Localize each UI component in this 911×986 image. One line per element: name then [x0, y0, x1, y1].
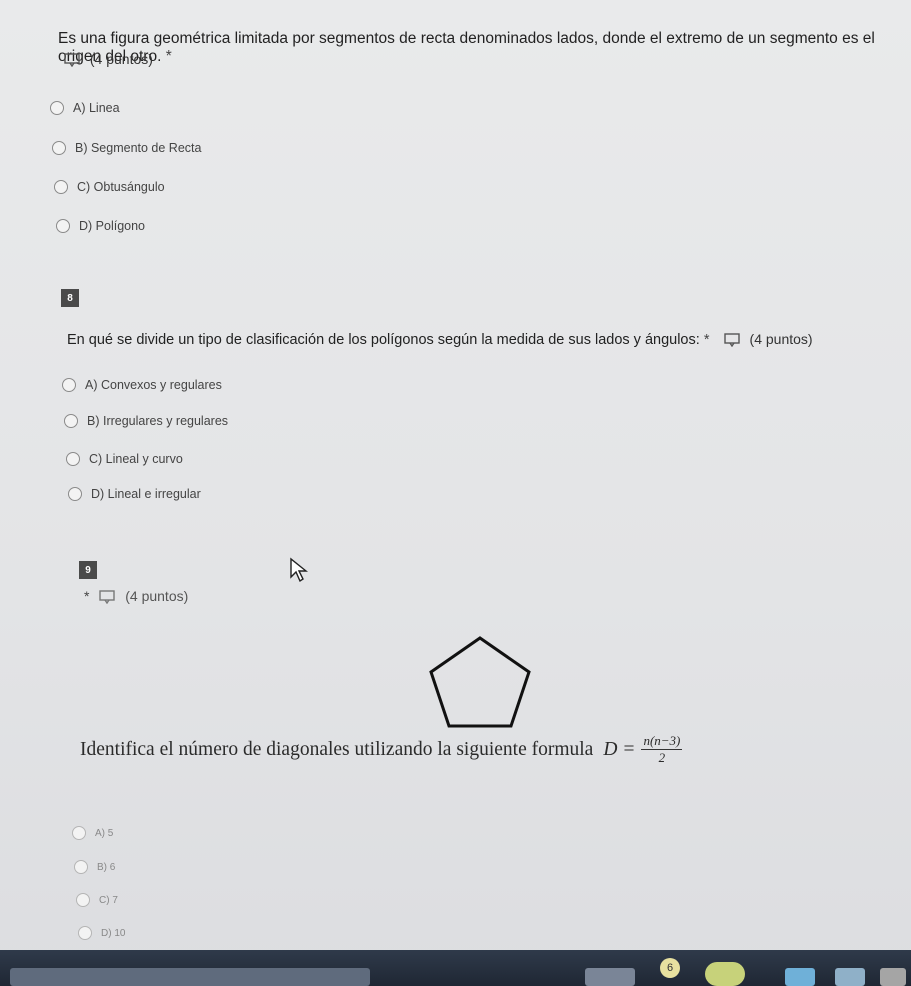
formula-lhs: D = — [603, 738, 636, 760]
question-8-text: En qué se divide un tipo de clasificació… — [67, 331, 813, 348]
formula-numerator: n(n−3) — [641, 733, 683, 750]
radio-button[interactable] — [66, 452, 80, 466]
pentagon-image — [429, 636, 531, 728]
q9-option-b[interactable]: B) 6 — [74, 860, 115, 874]
radio-button[interactable] — [76, 893, 90, 907]
question-7-text: Es una figura geométrica limitada por se… — [58, 30, 911, 66]
question-8-number: 8 — [61, 289, 79, 307]
q7-option-d[interactable]: D) Polígono — [56, 219, 145, 233]
radio-button[interactable] — [72, 826, 86, 840]
radio-button[interactable] — [52, 141, 66, 155]
taskbar-app-icon[interactable] — [785, 968, 815, 986]
taskbar-app-icon[interactable] — [880, 968, 906, 986]
q8-option-b[interactable]: B) Irregulares y regulares — [64, 414, 228, 428]
question-9-points: * (4 puntos) — [84, 588, 189, 605]
formula-sentence: Identifica el número de diagonales utili… — [80, 738, 594, 760]
q9-option-c[interactable]: C) 7 — [76, 893, 118, 907]
mouse-cursor-icon — [290, 557, 308, 583]
formula-fraction: n(n−3) 2 — [641, 733, 683, 766]
radio-button[interactable] — [74, 860, 88, 874]
notification-badge[interactable]: 6 — [660, 958, 680, 978]
q9-option-a[interactable]: A) 5 — [72, 826, 113, 840]
q7-option-c[interactable]: C) Obtusángulo — [54, 180, 165, 194]
q8-option-a[interactable]: A) Convexos y regulares — [62, 378, 222, 392]
taskbar-widget-icon[interactable] — [705, 962, 745, 986]
radio-button[interactable] — [56, 219, 70, 233]
radio-button[interactable] — [78, 926, 92, 940]
question-8-title: En qué se divide un tipo de clasificació… — [67, 332, 700, 348]
taskbar-app-icon[interactable] — [835, 968, 865, 986]
required-asterisk: * — [84, 588, 90, 604]
required-asterisk: * — [165, 48, 172, 65]
formula-denominator: 2 — [658, 750, 666, 765]
taskbar-app-icon[interactable] — [585, 968, 635, 986]
taskbar-search[interactable] — [10, 968, 370, 986]
radio-button[interactable] — [50, 101, 64, 115]
required-asterisk: * — [703, 332, 710, 348]
immersive-reader-icon[interactable] — [723, 333, 740, 348]
immersive-reader-icon[interactable] — [64, 53, 80, 68]
radio-button[interactable] — [68, 487, 82, 501]
immersive-reader-icon[interactable] — [99, 590, 116, 605]
q7-option-b[interactable]: B) Segmento de Recta — [52, 141, 201, 155]
question-9-number: 9 — [79, 561, 97, 579]
points-label: (4 puntos) — [89, 51, 153, 67]
question-9-image-text: Identifica el número de diagonales utili… — [80, 733, 683, 766]
q8-option-d[interactable]: D) Lineal e irregular — [68, 487, 201, 501]
question-7-title: Es una figura geométrica limitada por se… — [58, 30, 875, 65]
points-label: (4 puntos) — [749, 331, 813, 347]
radio-button[interactable] — [62, 378, 76, 392]
q8-option-c[interactable]: C) Lineal y curvo — [66, 452, 183, 466]
q9-option-d[interactable]: D) 10 — [78, 926, 125, 940]
q7-option-a[interactable]: A) Linea — [50, 101, 120, 115]
form-page: Es una figura geométrica limitada por se… — [0, 0, 911, 986]
taskbar: 6 — [0, 950, 911, 986]
radio-button[interactable] — [64, 414, 78, 428]
radio-button[interactable] — [54, 180, 68, 194]
points-label: (4 puntos) — [125, 588, 189, 604]
question-7-points: (4 puntos) — [64, 51, 153, 68]
